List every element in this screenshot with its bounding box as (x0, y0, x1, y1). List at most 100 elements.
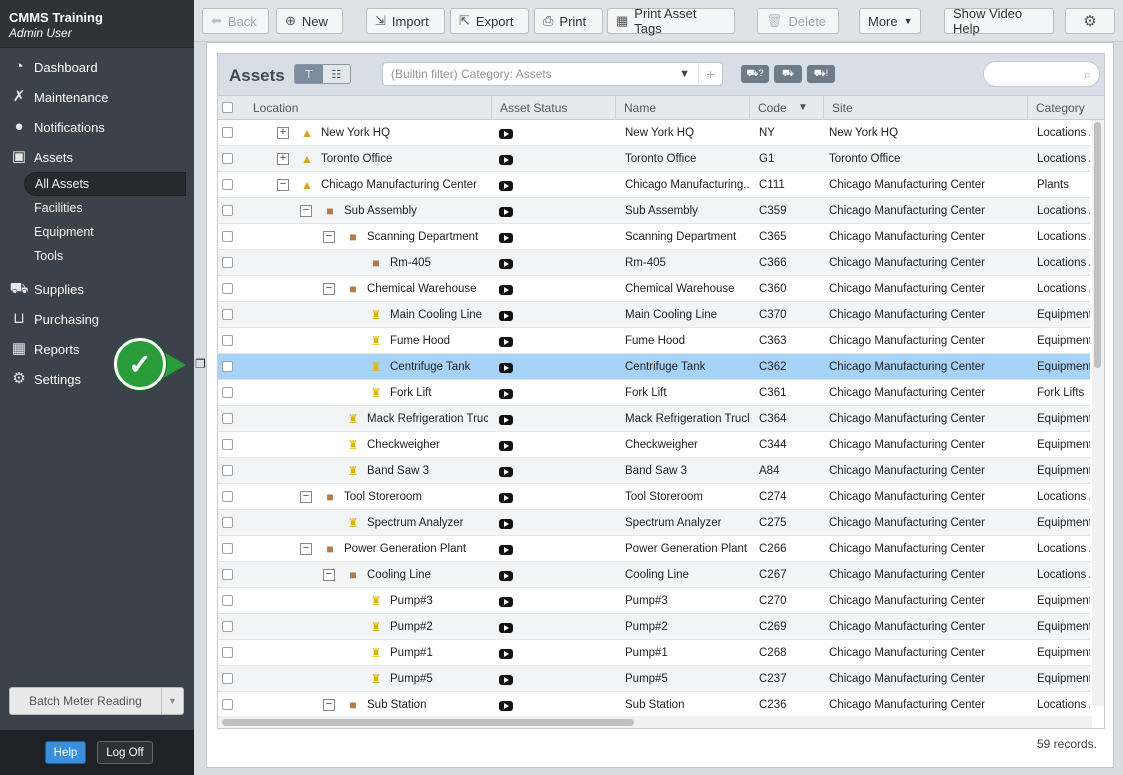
new-button[interactable]: ⊕ New (276, 8, 343, 34)
table-row[interactable]: ♜ Fume Hood Fume Hood C363 Chicago Manufactu… (218, 328, 1090, 354)
cell-location[interactable]: Fume Hood (390, 328, 488, 354)
col-site[interactable]: Site (824, 96, 1028, 120)
row-checkbox[interactable] (222, 595, 233, 606)
row-checkbox[interactable] (222, 647, 233, 658)
collapse-icon[interactable]: − (323, 569, 335, 581)
table-row[interactable]: − ■ Sub Assembly Sub Assembly C359 Chicago Ma… (218, 198, 1090, 224)
scroll-thumb[interactable] (1094, 122, 1101, 368)
row-checkbox[interactable] (222, 413, 233, 424)
video-play-icon[interactable] (499, 311, 513, 321)
table-row[interactable]: ♜ Pump#5 Pump#5 C237 Chicago Manufacturing C… (218, 666, 1090, 692)
table-row[interactable]: − ■ Cooling Line Cooling Line C267 Chicago Ma… (218, 562, 1090, 588)
video-play-icon[interactable] (499, 259, 513, 269)
delete-button[interactable]: 🗑 Delete (757, 8, 839, 34)
row-checkbox[interactable] (222, 569, 233, 580)
row-checkbox[interactable] (222, 205, 233, 216)
table-row[interactable]: ♜ Fork Lift Fork Lift C361 Chicago Manufactu… (218, 380, 1090, 406)
row-checkbox[interactable] (222, 283, 233, 294)
video-play-icon[interactable] (499, 129, 513, 139)
table-row[interactable]: ♜ Main Cooling Line Main Cooling Line C370 C… (218, 302, 1090, 328)
video-play-icon[interactable] (499, 519, 513, 529)
expand-icon[interactable]: + (277, 127, 289, 139)
cell-location[interactable]: Power Generation Plant (344, 536, 488, 562)
col-category[interactable]: Category (1028, 96, 1098, 120)
nav-dashboard[interactable]: ◔ Dashboard (0, 52, 194, 82)
cell-location[interactable]: Sub Assembly (344, 198, 488, 224)
video-play-icon[interactable] (499, 571, 513, 581)
expand-icon[interactable]: + (277, 153, 289, 165)
collapse-icon[interactable]: − (300, 543, 312, 555)
logoff-button[interactable]: Log Off (97, 741, 153, 764)
settings-button[interactable]: ⚙ (1065, 8, 1115, 34)
video-play-icon[interactable] (499, 155, 513, 165)
list-view-icon[interactable]: ☷ (322, 65, 350, 83)
table-row[interactable]: + ▲ Toronto Office Toronto Office G1 Toronto … (218, 146, 1090, 172)
export-button[interactable]: ⇱ Export (450, 8, 529, 34)
print-button[interactable]: ⎙ Print (534, 8, 603, 34)
cell-location[interactable]: Tool Storeroom (344, 484, 488, 510)
tree-view-icon[interactable]: ⊤ (295, 65, 323, 83)
back-button[interactable]: ⬅ Back (202, 8, 269, 34)
table-row[interactable]: ■ Rm-405 Rm-405 C366 Chicago Manufacturing C… (218, 250, 1090, 276)
vertical-scrollbar[interactable] (1092, 120, 1104, 706)
table-row[interactable]: − ■ Tool Storeroom Tool Storeroom C274 Chicag… (218, 484, 1090, 510)
col-code[interactable]: Code ▼ (750, 96, 824, 120)
truck-question-icon[interactable]: ⛟? (741, 65, 769, 83)
table-row[interactable]: − ■ Chemical Warehouse Chemical Warehouse C3… (218, 276, 1090, 302)
import-button[interactable]: ⇲ Import (366, 8, 445, 34)
cell-location[interactable]: Toronto Office (321, 146, 488, 172)
nav-supplies[interactable]: ⛟ Supplies (0, 274, 194, 304)
video-play-icon[interactable] (499, 233, 513, 243)
collapse-icon[interactable]: − (323, 231, 335, 243)
row-checkbox[interactable] (222, 309, 233, 320)
cell-location[interactable]: Pump#2 (390, 614, 488, 640)
collapse-icon[interactable]: − (300, 491, 312, 503)
collapse-icon[interactable]: − (277, 179, 289, 191)
video-play-icon[interactable] (499, 389, 513, 399)
scroll-thumb[interactable] (222, 719, 634, 726)
row-checkbox[interactable] (222, 257, 233, 268)
search-input[interactable]: ⌕ (983, 61, 1100, 87)
more-button[interactable]: More ▼ (859, 8, 921, 34)
cell-location[interactable]: Centrifuge Tank (390, 354, 488, 380)
table-row[interactable]: − ■ Scanning Department Scanning Department… (218, 224, 1090, 250)
table-row[interactable]: ♜ Band Saw 3 Band Saw 3 A84 Chicago Manufact… (218, 458, 1090, 484)
video-play-icon[interactable] (499, 363, 513, 373)
row-checkbox[interactable] (222, 387, 233, 398)
nav-assets[interactable]: ▣ Assets (0, 142, 194, 172)
nav-facilities[interactable]: Facilities (24, 196, 194, 220)
table-row[interactable]: ♜ Spectrum Analyzer Spectrum Analyzer C275 C… (218, 510, 1090, 536)
video-play-icon[interactable] (499, 181, 513, 191)
row-checkbox[interactable] (222, 231, 233, 242)
video-play-icon[interactable] (499, 623, 513, 633)
video-play-icon[interactable] (499, 493, 513, 503)
row-checkbox[interactable] (222, 491, 233, 502)
cell-location[interactable]: Checkweigher (367, 432, 488, 458)
table-row[interactable]: ♜ Pump#3 Pump#3 C270 Chicago Manufacturing C… (218, 588, 1090, 614)
batch-meter-reading-button[interactable]: Batch Meter Reading ▼ (9, 687, 184, 715)
col-asset-status[interactable]: Asset Status (492, 96, 616, 120)
collapse-icon[interactable]: − (323, 283, 335, 295)
video-play-icon[interactable] (499, 207, 513, 217)
table-row[interactable]: − ▲ Chicago Manufacturing Center Chicago Ma… (218, 172, 1090, 198)
row-checkbox[interactable] (222, 127, 233, 138)
cell-location[interactable]: New York HQ (321, 120, 488, 146)
cell-location[interactable]: Chemical Warehouse (367, 276, 488, 302)
row-checkbox[interactable] (222, 543, 233, 554)
cell-location[interactable]: Pump#3 (390, 588, 488, 614)
cell-location[interactable]: Chicago Manufacturing Center (321, 172, 488, 198)
nav-notifications[interactable]: ● Notifications (0, 112, 194, 142)
table-row[interactable]: ♜ Checkweigher Checkweigher C344 Chicago Man… (218, 432, 1090, 458)
video-play-icon[interactable] (499, 701, 513, 711)
video-play-icon[interactable] (499, 441, 513, 451)
table-row[interactable]: − ■ Power Generation Plant Power Generation… (218, 536, 1090, 562)
row-checkbox[interactable] (222, 335, 233, 346)
nav-tools[interactable]: Tools (24, 244, 194, 268)
filter-select[interactable]: (Builtin filter) Category: Assets ▼ + (382, 62, 723, 86)
cell-location[interactable]: Fork Lift (390, 380, 488, 406)
nav-all-assets[interactable]: All Assets (24, 172, 186, 196)
nav-maintenance[interactable]: ✗ Maintenance (0, 82, 194, 112)
row-checkbox[interactable] (222, 517, 233, 528)
row-checkbox[interactable] (222, 153, 233, 164)
col-location[interactable]: Location (245, 96, 492, 120)
